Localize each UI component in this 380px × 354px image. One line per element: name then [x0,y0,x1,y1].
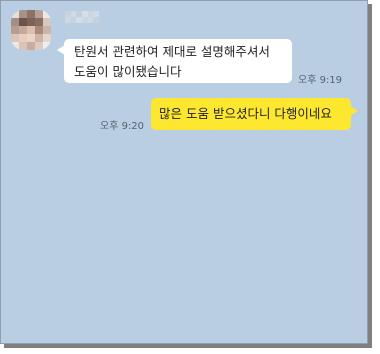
avatar[interactable] [11,10,51,50]
incoming-message-time: 오후 9:19 [298,75,343,86]
outgoing-message-time: 오후 9:20 [100,121,145,132]
sender-name-blurred [65,11,99,23]
chat-window: 탄원서 관련하여 제대로 설명해주셔서 도움이 많이됐습니다 오후 9:19 오… [0,0,368,344]
incoming-message-line-2: 도움이 많이됐습니다 [74,64,182,79]
outgoing-message-bubble[interactable]: 많은 도움 받으셨다니 다행이네요 [151,98,358,130]
incoming-message-bubble[interactable]: 탄원서 관련하여 제대로 설명해주셔서 도움이 많이됐습니다 [57,39,292,83]
incoming-message-line-1: 탄원서 관련하여 제대로 설명해주셔서 [74,44,270,59]
outgoing-message-text: 많은 도움 받으셨다니 다행이네요 [159,106,332,121]
